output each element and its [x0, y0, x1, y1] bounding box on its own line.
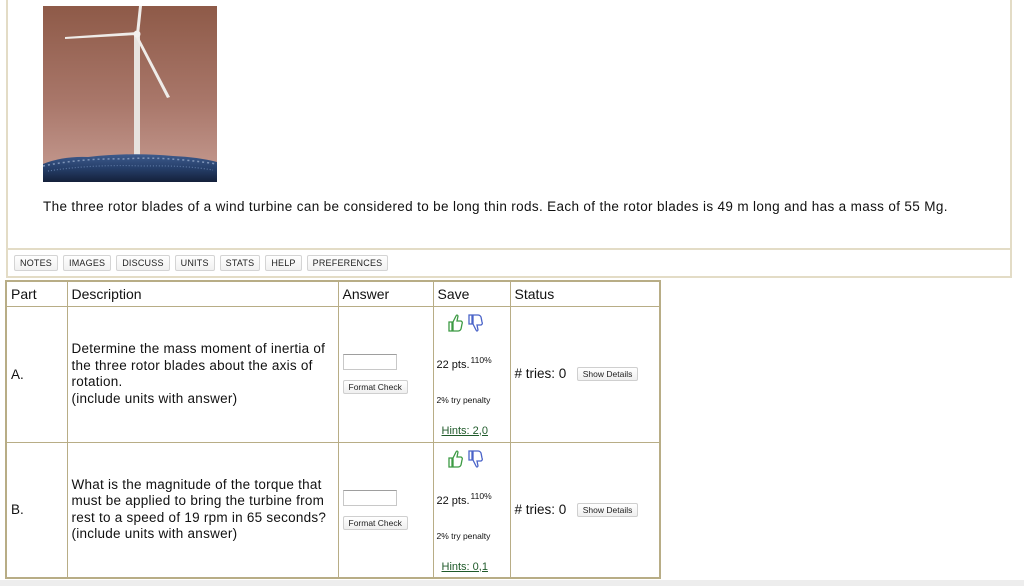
points-percent: 110% [470, 490, 492, 501]
problem-panel: The three rotor blades of a wind turbine… [6, 0, 1012, 250]
try-penalty: 2% try penalty [436, 394, 491, 405]
parts-table: Part Description Answer Save Status A. D… [5, 280, 661, 579]
wind-turbine-image [43, 6, 217, 182]
header-answer: Answer [337, 280, 434, 307]
part-description: What is the magnitude of the torque that… [66, 441, 339, 579]
header-description: Description [66, 280, 339, 307]
thumbs-up-icon[interactable] [446, 313, 464, 333]
hints-link[interactable]: Hints: 2,0 [442, 425, 488, 437]
part-description-text: What is the magnitude of the torque that… [71, 476, 327, 542]
thumbs-down-icon[interactable] [466, 313, 484, 333]
part-label: B. [5, 441, 68, 579]
thumbs-down-icon[interactable] [466, 449, 484, 469]
notes-button[interactable]: NOTES [14, 255, 59, 271]
table-row: B. What is the magnitude of the torque t… [5, 441, 661, 579]
discuss-button[interactable]: DISCUSS [116, 255, 170, 271]
bottom-edge [0, 580, 1024, 586]
problem-statement: The three rotor blades of a wind turbine… [43, 199, 948, 214]
tries-count: # tries: 0 [514, 502, 567, 518]
rating-icons [446, 449, 484, 469]
header-save: Save [432, 280, 511, 307]
save-cell: 22 pts.110% 2% try penalty Hints: 2,0 [432, 305, 511, 443]
points-percent: 110% [470, 354, 492, 365]
answer-input[interactable] [342, 489, 397, 506]
save-cell: 22 pts.110% 2% try penalty Hints: 0,1 [432, 441, 511, 579]
units-button[interactable]: UNITS [174, 255, 215, 271]
points-value: 22 pts.110% [436, 491, 492, 507]
tries-count: # tries: 0 [514, 366, 567, 382]
stats-button[interactable]: STATS [219, 255, 261, 271]
hints-link[interactable]: Hints: 0,1 [442, 561, 488, 573]
rating-icons [446, 313, 484, 333]
part-description-text: Determine the mass moment of inertia of … [71, 341, 326, 406]
status-cell: # tries: 0 Show Details [509, 305, 661, 443]
table-row: A. Determine the mass moment of inertia … [5, 305, 661, 443]
answer-cell: Format Check [337, 305, 434, 443]
part-label: A. [5, 305, 68, 443]
header-status: Status [509, 280, 661, 307]
help-button[interactable]: HELP [265, 255, 302, 271]
part-description: Determine the mass moment of inertia of … [66, 305, 339, 443]
preferences-button[interactable]: PREFERENCES [306, 255, 389, 271]
format-check-button[interactable]: Format Check [342, 380, 408, 394]
points-text: 22 pts. [436, 494, 470, 507]
show-details-button[interactable]: Show Details [576, 366, 639, 381]
answer-cell: Format Check [337, 441, 434, 579]
header-part: Part [5, 280, 68, 307]
show-details-button[interactable]: Show Details [576, 502, 639, 517]
points-text: 22 pts. [436, 358, 470, 371]
try-penalty: 2% try penalty [436, 530, 491, 541]
thumbs-up-icon[interactable] [446, 449, 464, 469]
points-value: 22 pts.110% [436, 355, 492, 371]
images-button[interactable]: IMAGES [63, 255, 112, 271]
status-cell: # tries: 0 Show Details [509, 441, 661, 579]
answer-input[interactable] [342, 354, 397, 370]
format-check-button[interactable]: Format Check [342, 515, 408, 530]
toolbar: NOTES IMAGES DISCUSS UNITS STATS HELP PR… [6, 250, 1012, 278]
table-header-row: Part Description Answer Save Status [5, 280, 661, 307]
